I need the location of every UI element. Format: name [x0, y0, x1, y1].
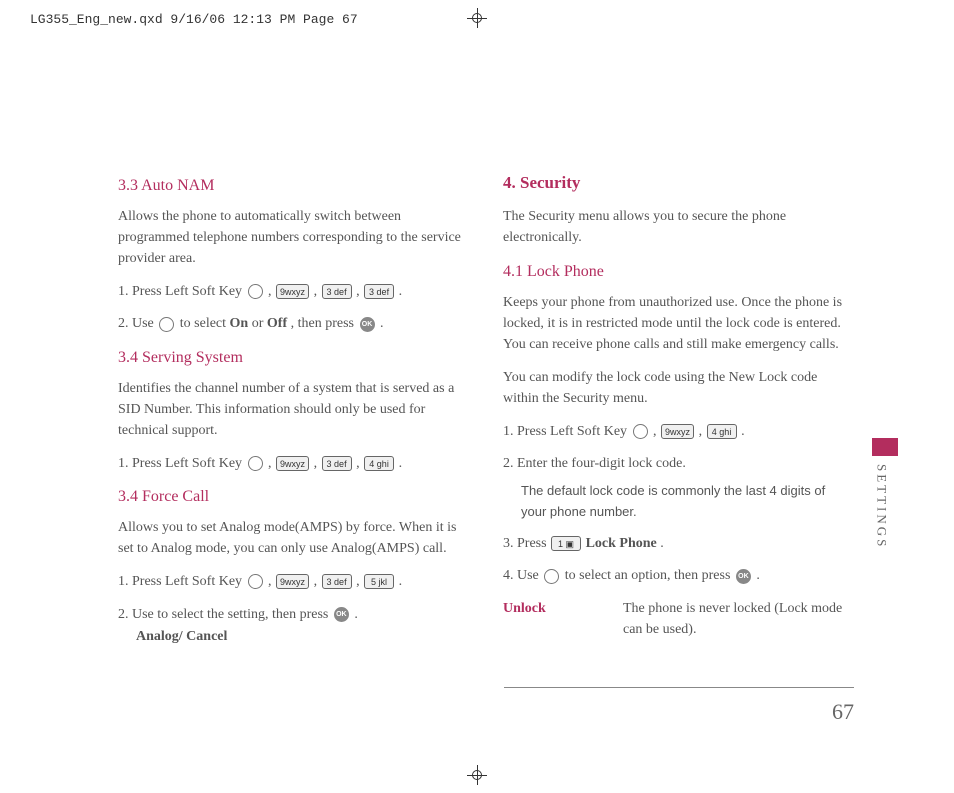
step-text: 1. Press Left Soft Key , 9wxyz , 3 def ,… [118, 281, 463, 303]
section-heading-auto-nam: 3.3 Auto NAM [118, 174, 463, 198]
section-marker [872, 438, 898, 456]
softkey-icon [633, 424, 648, 439]
keypad-icon: 3 def [364, 284, 394, 299]
keypad-icon: 3 def [322, 456, 352, 471]
step-text: 4. Use to select an option, then press O… [503, 565, 848, 587]
step-text: 2. Use to select On or Off , then press … [118, 313, 463, 335]
section-heading-lock-phone: 4.1 Lock Phone [503, 260, 848, 284]
navkey-icon [544, 569, 559, 584]
ok-icon: OK [360, 317, 375, 332]
ok-icon: OK [334, 607, 349, 622]
keypad-icon: 5 jkl [364, 574, 394, 589]
page-content: 3.3 Auto NAM Allows the phone to automat… [118, 170, 848, 658]
softkey-icon [248, 284, 263, 299]
crop-mark-top [467, 8, 487, 28]
keypad-icon: 1 ▣ [551, 536, 581, 551]
body-text: You can modify the lock code using the N… [503, 367, 848, 409]
section-heading-serving-system: 3.4 Serving System [118, 346, 463, 370]
keypad-icon: 9wxyz [276, 456, 309, 471]
left-column: 3.3 Auto NAM Allows the phone to automat… [118, 170, 463, 658]
keypad-icon: 4 ghi [707, 424, 737, 439]
side-tab: SETTINGS [872, 438, 892, 549]
step-text: 3. Press 1 ▣ Lock Phone . [503, 533, 848, 555]
step-text: 1. Press Left Soft Key , 9wxyz , 3 def ,… [118, 571, 463, 593]
softkey-icon [248, 456, 263, 471]
section-heading-security: 4. Security [503, 170, 848, 196]
body-text: Allows the phone to automatically switch… [118, 206, 463, 269]
page-number: 67 [832, 695, 854, 728]
step-text: 2. Enter the four-digit lock code. The d… [503, 453, 848, 523]
ok-icon: OK [736, 569, 751, 584]
body-text: The Security menu allows you to secure t… [503, 206, 848, 248]
body-text: Allows you to set Analog mode(AMPS) by f… [118, 517, 463, 559]
keypad-icon: 9wxyz [276, 574, 309, 589]
softkey-icon [248, 574, 263, 589]
keypad-icon: 3 def [322, 574, 352, 589]
option-row: Unlock The phone is never locked (Lock m… [503, 598, 848, 640]
keypad-icon: 3 def [322, 284, 352, 299]
navkey-icon [159, 317, 174, 332]
document-header: LG355_Eng_new.qxd 9/16/06 12:13 PM Page … [30, 10, 358, 30]
option-list: Analog/ Cancel [118, 626, 463, 648]
note-text: The default lock code is commonly the la… [503, 481, 848, 523]
keypad-icon: 4 ghi [364, 456, 394, 471]
section-label: SETTINGS [872, 464, 892, 549]
option-description: The phone is never locked (Lock mode can… [623, 598, 848, 640]
body-text: Identifies the channel number of a syste… [118, 378, 463, 441]
option-label-unlock: Unlock [503, 598, 603, 640]
step-text: 1. Press Left Soft Key , 9wxyz , 3 def ,… [118, 453, 463, 475]
crop-mark-bottom [467, 765, 487, 785]
section-heading-force-call: 3.4 Force Call [118, 485, 463, 509]
keypad-icon: 9wxyz [276, 284, 309, 299]
keypad-icon: 9wxyz [661, 424, 694, 439]
step-text: 1. Press Left Soft Key , 9wxyz , 4 ghi . [503, 421, 848, 443]
body-text: Keeps your phone from unauthorized use. … [503, 292, 848, 355]
footer-rule [504, 687, 854, 688]
step-text: 2. Use to select the setting, then press… [118, 604, 463, 649]
right-column: 4. Security The Security menu allows you… [503, 170, 848, 658]
